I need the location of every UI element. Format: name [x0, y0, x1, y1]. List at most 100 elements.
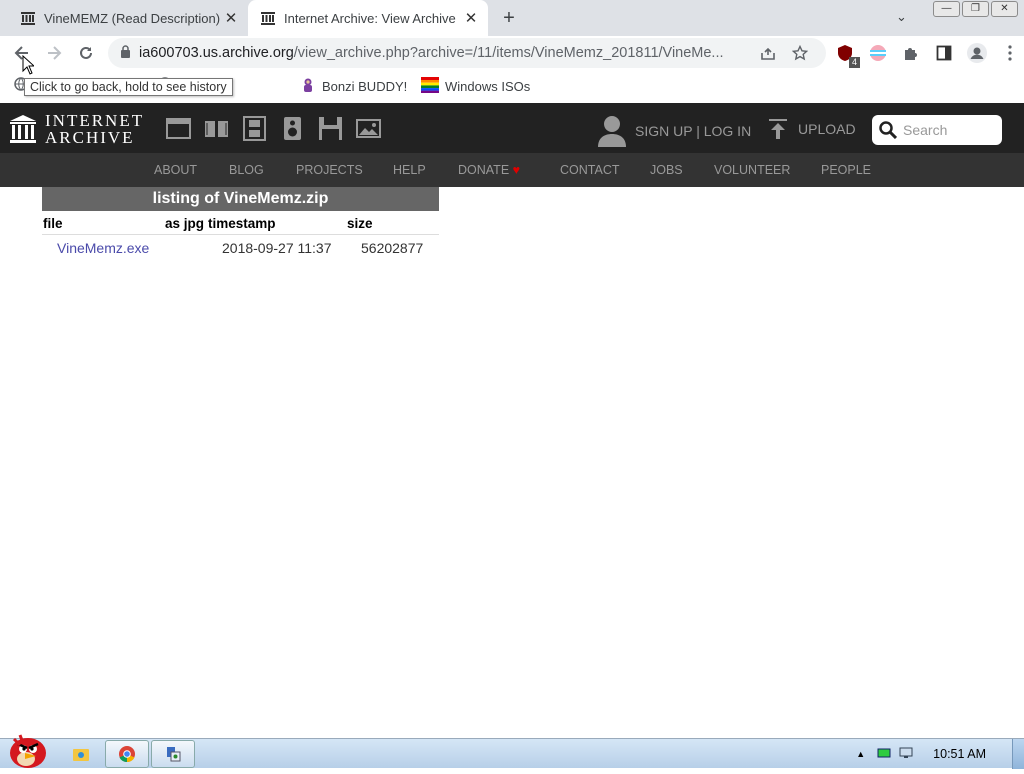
forward-arrow-icon — [48, 46, 62, 60]
ia-logo[interactable]: INTERNET ARCHIVE — [9, 112, 144, 146]
reload-icon — [80, 46, 92, 59]
archive-listing: listing of VineMemz.zip file as jpg time… — [42, 187, 439, 259]
browser-menu-icon[interactable] — [999, 42, 1021, 64]
nav-people[interactable]: PEOPLE — [821, 163, 871, 177]
nav-about[interactable]: ABOUT — [154, 163, 197, 177]
taskbar-clock[interactable]: 10:51 AM — [933, 747, 986, 761]
explorer-folder-icon[interactable] — [72, 745, 90, 768]
search-placeholder: Search — [903, 122, 948, 138]
bookmark-star-icon[interactable] — [791, 44, 809, 65]
power-battery-icon[interactable] — [877, 747, 891, 762]
share-icon[interactable] — [760, 45, 776, 65]
side-panel-icon[interactable] — [933, 42, 955, 64]
forward-button[interactable] — [38, 37, 70, 69]
software-floppy-icon[interactable] — [318, 116, 343, 141]
listing-column-headers: file as jpg timestamp size — [42, 211, 439, 235]
ia-media-icons — [166, 116, 381, 141]
address-bar[interactable]: ia600703.us.archive.org/view_archive.php… — [108, 38, 826, 68]
archive-favicon — [20, 10, 36, 26]
tab-title: VineMEMZ (Read Description) — [44, 10, 220, 26]
system-tray: ▲ 10:51 AM — [856, 739, 1024, 769]
ia-secondary-nav: ABOUT BLOG PROJECTS HELP DONATE ♥ CONTAC… — [0, 153, 1024, 187]
new-tab-button[interactable]: + — [498, 7, 520, 30]
signup-label: SIGN UP | LOG IN — [635, 123, 752, 139]
nav-jobs[interactable]: JOBS — [650, 163, 683, 177]
window-app-icon — [167, 747, 181, 762]
bonzi-icon — [300, 77, 316, 96]
web-icon[interactable] — [166, 116, 191, 141]
listing-title: listing of VineMemz.zip — [42, 187, 439, 211]
window-controls: — ❐ ✕ — [933, 1, 1018, 17]
tab-vinememz[interactable]: VineMEMZ (Read Description) ✕ — [8, 0, 248, 36]
donate-heart-icon: ♥ — [512, 163, 521, 177]
ia-top-header: INTERNET ARCHIVE SIGN UP | LOG IN UPLOAD… — [0, 103, 1024, 153]
ia-temple-icon — [10, 115, 36, 143]
mouse-cursor-icon — [22, 54, 36, 80]
archive-favicon — [260, 10, 276, 26]
bookmark-bonzi-buddy[interactable]: Bonzi BUDDY! — [300, 77, 407, 96]
bookmark-label: Windows ISOs — [445, 79, 531, 94]
puzzle-extensions-icon[interactable] — [900, 42, 922, 64]
url-path: /view_archive.php?archive=/11/items/Vine… — [293, 45, 724, 61]
nav-blog[interactable]: BLOG — [229, 163, 264, 177]
video-film-icon[interactable] — [242, 116, 267, 141]
signup-login-link[interactable]: SIGN UP | LOG IN — [597, 115, 751, 147]
windows-flag-icon — [421, 77, 439, 96]
tab-view-archive[interactable]: Internet Archive: View Archive ✕ — [248, 0, 488, 36]
ia-logo-line1: INTERNET — [45, 111, 145, 130]
col-as-jpg: as jpg — [165, 216, 205, 231]
col-size: size — [347, 216, 373, 231]
tab-strip: VineMEMZ (Read Description) ✕ Internet A… — [0, 0, 1024, 36]
ia-logo-line2: ARCHIVE — [45, 128, 135, 147]
profile-avatar-icon[interactable] — [966, 42, 988, 64]
ia-logo-text: INTERNET ARCHIVE — [45, 112, 144, 146]
restore-button[interactable]: ❐ — [962, 1, 989, 17]
upload-link[interactable]: UPLOAD — [768, 118, 856, 140]
col-file: file — [43, 216, 63, 231]
col-timestamp: timestamp — [208, 216, 276, 231]
upload-arrow-icon — [769, 119, 787, 139]
lock-icon — [120, 45, 131, 61]
audio-speaker-icon[interactable] — [280, 116, 305, 141]
user-silhouette-icon — [598, 116, 626, 147]
pride-extension-icon[interactable] — [867, 42, 889, 64]
reload-button[interactable] — [70, 37, 102, 69]
row-size: 56202877 — [361, 240, 424, 256]
url-host: ia600703.us.archive.org — [139, 45, 294, 61]
table-row: VineMemz.exe 2018-09-27 11:37 56202877 — [42, 235, 439, 259]
nav-donate-label: DONATE — [458, 163, 510, 177]
show-desktop-button[interactable] — [1012, 739, 1024, 769]
back-button-tooltip: Click to go back, hold to see history — [24, 78, 233, 96]
extension-badge: 4 — [849, 57, 860, 68]
minimize-button[interactable]: — — [933, 1, 960, 17]
search-icon — [879, 121, 897, 139]
images-icon[interactable] — [356, 116, 381, 141]
tray-expand-icon[interactable]: ▲ — [856, 749, 865, 759]
browser-toolbar: ia600703.us.archive.org/view_archive.php… — [0, 36, 1024, 70]
url-text[interactable]: ia600703.us.archive.org/view_archive.php… — [139, 45, 751, 61]
windows-taskbar: ▲ 10:51 AM — [0, 734, 1024, 769]
bookmark-windows-isos[interactable]: Windows ISOs — [421, 77, 530, 96]
nav-donate[interactable]: DONATE ♥ — [458, 163, 520, 177]
nav-help[interactable]: HELP — [393, 163, 426, 177]
nav-projects[interactable]: PROJECTS — [296, 163, 363, 177]
ublock-extension-icon[interactable]: 4 — [834, 42, 860, 68]
file-link-text[interactable]: VineMemz.exe — [57, 240, 149, 256]
tab-close-icon[interactable]: ✕ — [460, 9, 482, 27]
ia-search-box[interactable]: Search — [872, 115, 1002, 145]
row-timestamp: 2018-09-27 11:37 — [222, 240, 332, 256]
bookmark-label: Bonzi BUDDY! — [322, 79, 408, 94]
texts-book-icon[interactable] — [204, 116, 229, 141]
taskbar-app-button[interactable] — [151, 740, 195, 768]
close-window-button[interactable]: ✕ — [991, 1, 1018, 17]
upload-label: UPLOAD — [798, 121, 856, 137]
file-link[interactable]: VineMemz.exe — [57, 240, 149, 256]
tab-search-chevron-icon[interactable]: ⌄ — [896, 9, 907, 25]
taskbar-chrome-button[interactable] — [105, 740, 149, 768]
network-icon[interactable] — [899, 747, 913, 762]
nav-volunteer[interactable]: VOLUNTEER — [714, 163, 790, 177]
tab-close-icon[interactable]: ✕ — [220, 9, 242, 27]
tab-title: Internet Archive: View Archive — [284, 10, 456, 26]
extensions-area: 4 — [834, 42, 1021, 68]
nav-contact[interactable]: CONTACT — [560, 163, 620, 177]
